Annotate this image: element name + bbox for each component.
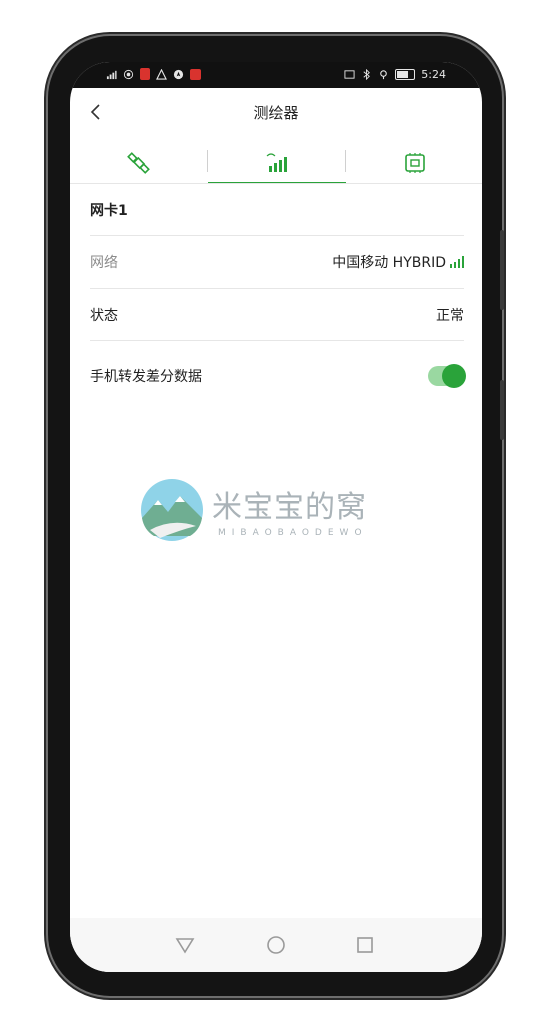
forward-data-label: 手机转发差分数据 <box>90 369 202 385</box>
notification-icon <box>140 68 150 80</box>
compass-icon <box>173 69 184 79</box>
divider <box>90 340 464 341</box>
navigation-bar <box>70 918 482 972</box>
network-label: 网络 <box>90 255 118 271</box>
network-row: 网络 中国移动 HYBRID <box>90 236 464 288</box>
signal-strength-icon <box>450 256 464 268</box>
status-right-icons: 5:24 <box>344 68 446 81</box>
signal-bars-icon <box>266 153 287 172</box>
bluetooth-icon <box>363 69 371 80</box>
forward-data-row: 手机转发差分数据 <box>90 350 466 402</box>
tab-chip[interactable] <box>346 142 482 184</box>
volume-button <box>500 230 504 310</box>
forward-data-toggle[interactable] <box>428 364 466 388</box>
app-icon <box>190 68 201 80</box>
power-button <box>500 380 504 440</box>
location-icon <box>380 70 388 80</box>
mountain-logo-icon <box>141 479 203 541</box>
nfc-icon <box>344 70 355 79</box>
battery-icon <box>395 69 416 80</box>
status-value: 正常 <box>436 308 464 324</box>
back-triangle-icon[interactable] <box>174 934 196 956</box>
page-title: 测绘器 <box>253 104 299 122</box>
recents-square-icon[interactable] <box>354 934 376 956</box>
status-bar: 5:24 <box>70 62 482 88</box>
section-header: 网卡1 <box>90 184 464 236</box>
watermark: 米宝宝的窝 MIBAOBAODEWO <box>140 478 420 548</box>
tab-signal[interactable] <box>208 142 345 184</box>
satellite-icon <box>126 152 150 174</box>
status-label: 状态 <box>90 308 118 324</box>
watermark-subtitle: MIBAOBAODEWO <box>218 528 368 538</box>
warning-icon <box>156 68 167 80</box>
watermark-title: 米宝宝的窝 <box>212 490 367 525</box>
network-value-text: 中国移动 HYBRID <box>332 255 446 271</box>
tab-bar <box>70 142 482 184</box>
chip-icon <box>404 153 425 173</box>
header: 测绘器 <box>70 88 482 136</box>
section-title: 网卡1 <box>90 203 128 219</box>
status-row: 状态 正常 <box>90 289 464 341</box>
screen: 5:24 测绘器 网卡1 网络 中国移动 HYBRID 状态 正常 手机转发差分… <box>70 62 482 972</box>
status-left-icons <box>106 68 201 80</box>
network-value: 中国移动 HYBRID <box>332 252 464 272</box>
status-time: 5:24 <box>421 68 446 81</box>
home-circle-icon[interactable] <box>265 934 287 956</box>
toggle-knob <box>442 364 466 388</box>
hotspot-icon <box>123 69 134 79</box>
signal-icon <box>106 70 117 79</box>
tab-satellite[interactable] <box>70 142 207 184</box>
